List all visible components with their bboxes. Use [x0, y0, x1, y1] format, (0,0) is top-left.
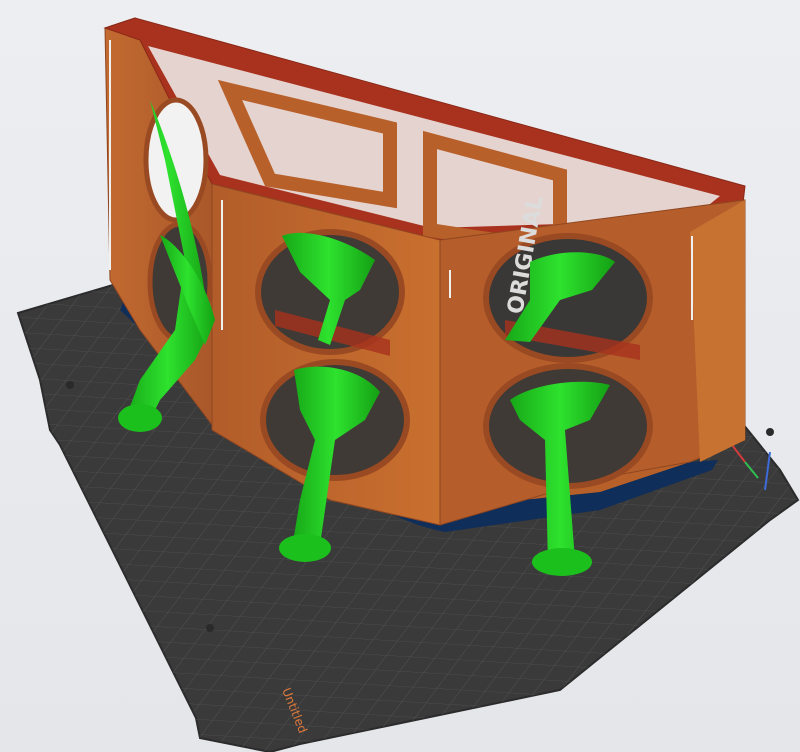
- support-base: [118, 404, 162, 432]
- slicer-3d-viewport[interactable]: Untitled ORIGINAL: [0, 0, 800, 752]
- bed-mount-hole: [206, 624, 214, 632]
- support-base: [279, 534, 331, 562]
- support-base: [532, 548, 592, 576]
- bed-mount-hole: [66, 381, 74, 389]
- print-preview-scene[interactable]: Untitled ORIGINAL: [0, 0, 800, 752]
- bed-mount-hole: [766, 428, 774, 436]
